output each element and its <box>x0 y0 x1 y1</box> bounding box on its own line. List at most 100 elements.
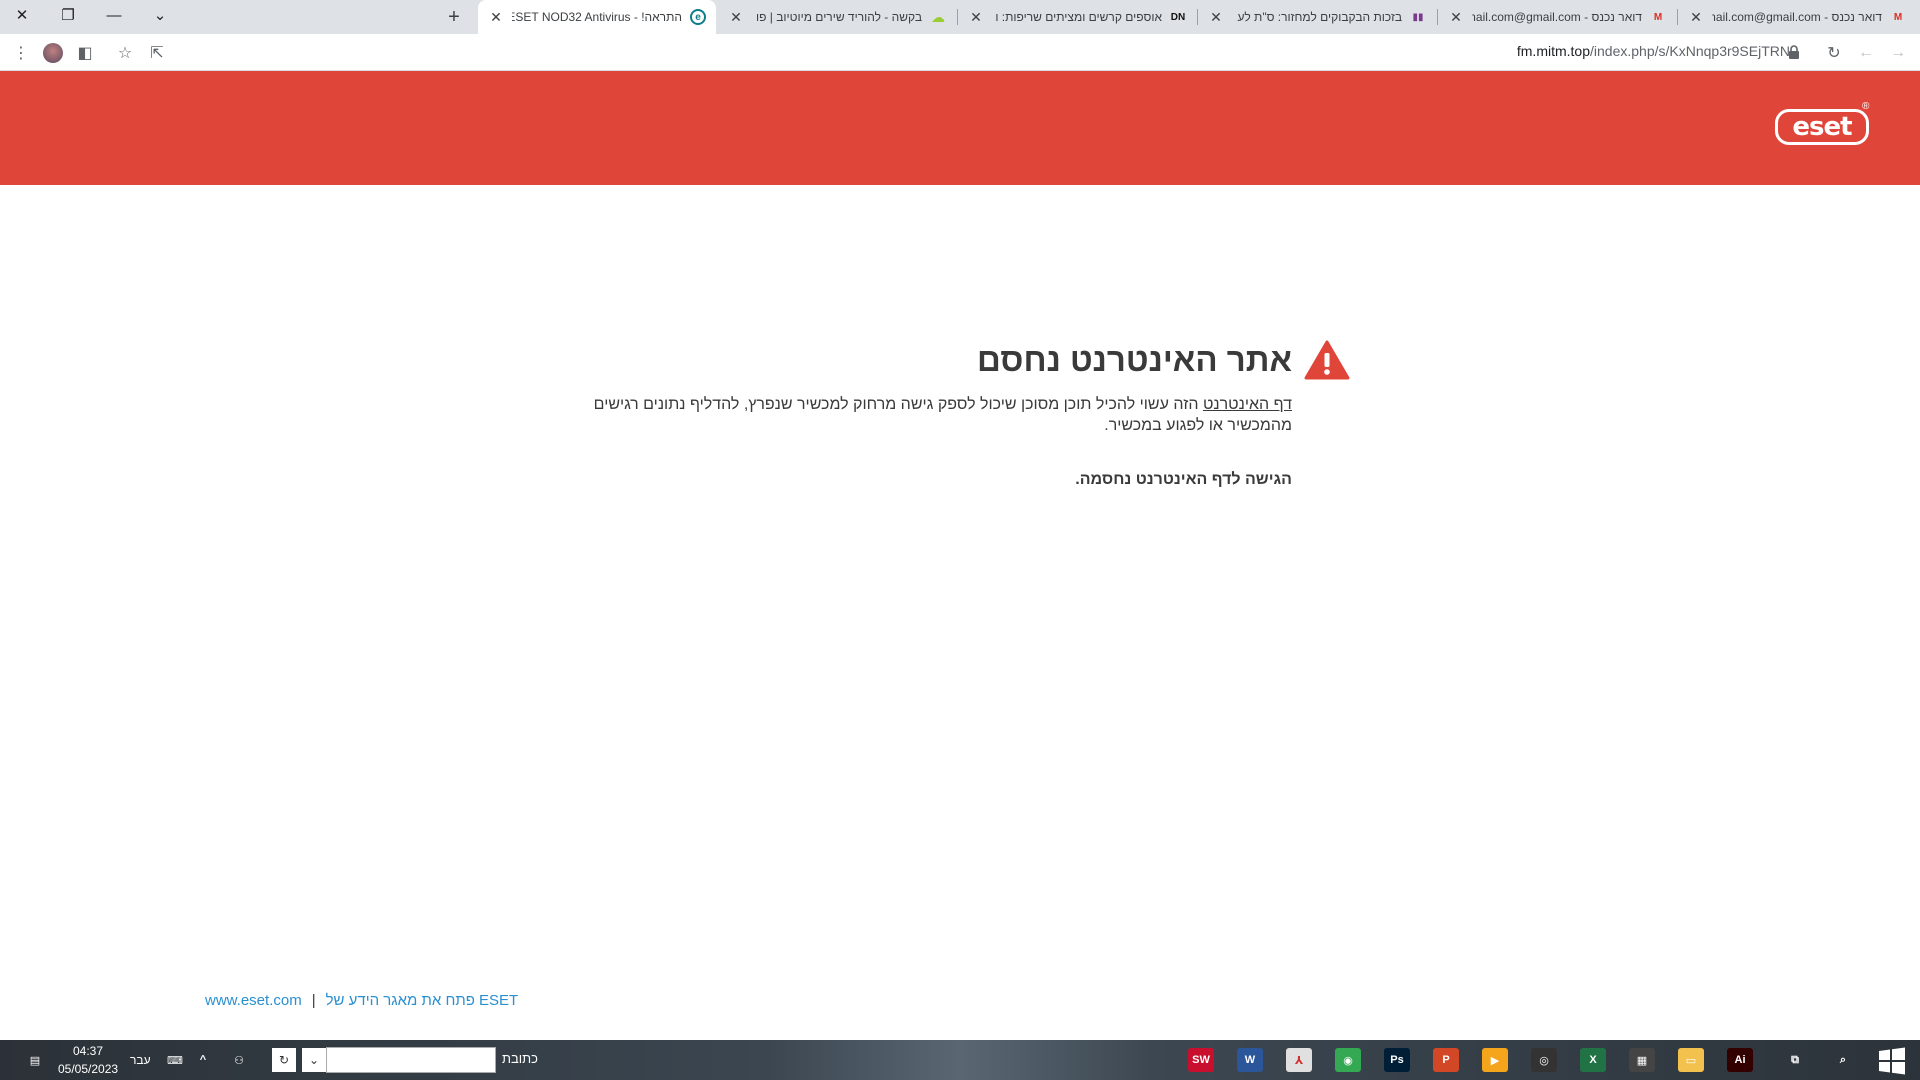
media-player-icon: ▶ <box>1490 1054 1500 1067</box>
touch-keyboard-button[interactable]: ⌨ <box>162 1048 188 1072</box>
eset-logo: eset <box>1775 109 1869 145</box>
chat-bubble-icon: ▤ <box>29 1054 41 1067</box>
tab-title: אוספים קרשים ומציתים שריפות: ו <box>995 10 1162 24</box>
powerpoint-taskbar-button[interactable]: P <box>1433 1048 1459 1072</box>
search-icon: ⌕ <box>1839 1053 1847 1066</box>
word-taskbar-button[interactable]: W <box>1237 1048 1263 1072</box>
notifications-button[interactable]: ▤ <box>22 1048 48 1072</box>
task-view-button[interactable]: ⧉ <box>1782 1048 1808 1072</box>
minimize-window-button[interactable]: — <box>92 0 136 30</box>
close-icon: ✕ <box>15 7 29 24</box>
description-text: הזה עשוי להכיל תוכן מסוכן שיכול לספק גיש… <box>593 396 1292 434</box>
registered-mark: ® <box>1862 101 1870 112</box>
page-title: אתר האינטרנט נחסם <box>976 341 1292 378</box>
tab-eset-alert[interactable]: e התראה! - ESET NOD32 Antivirus ✕ <box>478 0 716 34</box>
chevron-down-icon: ⌄ <box>153 7 167 24</box>
calculator-icon: ▦ <box>1636 1054 1648 1067</box>
tab-close-icon[interactable]: ✕ <box>1208 9 1224 26</box>
start-button[interactable] <box>1877 1046 1907 1076</box>
chrome-icon: ◉ <box>1343 1054 1353 1067</box>
tab-close-icon[interactable]: ✕ <box>1688 9 1704 26</box>
photoshop-taskbar-button[interactable]: Ps <box>1384 1048 1410 1072</box>
chrome-taskbar-button[interactable]: ◉ <box>1335 1048 1361 1072</box>
calculator-taskbar-button[interactable]: ▦ <box>1629 1048 1655 1072</box>
tab-title: בקשה - להוריד שירים מיוטיוב | פו <box>756 10 922 24</box>
address-toolbar-label: כתובת <box>502 1051 538 1066</box>
eset-header-bar <box>0 71 1920 185</box>
arrow-right-icon: → <box>1890 44 1906 61</box>
acrobat-taskbar-button[interactable]: ⅄ <box>1286 1048 1312 1072</box>
url-host: fm.mitm.top <box>1516 43 1590 59</box>
restore-window-button[interactable]: ❐ <box>46 0 90 30</box>
headline: אתר האינטרנט נחסם <box>560 340 1350 380</box>
clock-date[interactable]: 05/05/2023 <box>58 1062 118 1076</box>
footer: www.eset.com | פתח את מאגר הידע של ESET <box>205 992 518 1009</box>
url-path: /index.php/s/KxNnqp3r9SEjTRN <box>1590 43 1790 59</box>
access-blocked-text: הגישה לדף האינטרנט נחסמה. <box>1075 471 1292 488</box>
profile-button[interactable] <box>40 40 66 66</box>
acrobat-icon: ⅄ <box>1294 1054 1304 1067</box>
restore-icon: ❐ <box>61 7 75 24</box>
gmail-favicon-icon: M <box>1893 11 1903 23</box>
forward-button[interactable]: → <box>1885 40 1911 66</box>
lock-icon[interactable] <box>1788 45 1800 59</box>
clock-time[interactable]: 04:37 <box>58 1044 118 1058</box>
arrow-left-icon: ← <box>1858 44 1874 61</box>
windows-logo-icon <box>1879 1047 1905 1075</box>
refresh-icon: ↻ <box>278 1053 290 1067</box>
reload-button[interactable]: ↻ <box>1821 40 1847 66</box>
avatar <box>43 43 63 63</box>
taskbar-address-input[interactable] <box>326 1047 496 1073</box>
tab-search-button[interactable]: ⌄ <box>138 0 182 30</box>
tab-title: דואר נכנס - Gmail.com@gmail.com <box>1712 10 1882 24</box>
tab-youtube-request[interactable]: ☁ בקשה - להוריד שירים מיוטיוב | פו ✕ <box>718 0 956 34</box>
reload-icon: ↻ <box>1827 45 1841 62</box>
bars-favicon-icon: ▮▮ <box>1412 11 1424 23</box>
file-explorer-taskbar-button[interactable]: ▭ <box>1678 1048 1704 1072</box>
tab-close-icon[interactable]: ✕ <box>488 9 504 26</box>
app-2021-taskbar-button[interactable]: ◎ <box>1531 1048 1557 1072</box>
excel-icon: X <box>1589 1054 1597 1066</box>
tab-recycling[interactable]: ▮▮ בזכות הבקבוקים למחזור: ס"ת לע ✕ <box>1198 0 1436 34</box>
new-tab-button[interactable]: + <box>442 5 466 29</box>
side-panel-icon: ◧ <box>77 45 93 62</box>
tab-gmail-1[interactable]: M דואר נכנס - Gmail.com@gmail.com ✕ <box>1438 0 1676 34</box>
side-panel-button[interactable]: ◧ <box>72 40 98 66</box>
file-explorer-icon: ▭ <box>1685 1054 1697 1067</box>
tab-title: בזכות הבקבוקים למחזור: ס"ת לע <box>1237 10 1402 24</box>
eset-site-link[interactable]: www.eset.com <box>205 992 302 1009</box>
block-message: אתר האינטרנט נחסם דף האינטרנט הזה עשוי ל… <box>560 340 1350 489</box>
address-dropdown-button[interactable]: ⌄ <box>302 1048 326 1072</box>
people-button[interactable]: ⚇ <box>226 1048 252 1072</box>
chevron-up-icon: ^ <box>199 1054 207 1066</box>
web-page-link[interactable]: דף האינטרנט <box>1203 396 1292 413</box>
menu-button[interactable]: ⋮ <box>8 40 34 66</box>
illustrator-taskbar-button[interactable]: Ai <box>1727 1048 1753 1072</box>
illustrator-icon: Ai <box>1734 1054 1746 1066</box>
solidworks-taskbar-button[interactable]: SW <box>1188 1048 1214 1072</box>
cloud-favicon-icon: ☁ <box>931 8 945 25</box>
media-player-taskbar-button[interactable]: ▶ <box>1482 1048 1508 1072</box>
tab-close-icon[interactable]: ✕ <box>1448 9 1464 26</box>
dn-favicon-icon: DN <box>1170 11 1186 23</box>
knowledge-base-link[interactable]: פתח את מאגר הידע של ESET <box>326 992 519 1009</box>
search-button[interactable]: ⌕ <box>1830 1048 1856 1072</box>
photoshop-icon: Ps <box>1390 1054 1404 1066</box>
excel-taskbar-button[interactable]: X <box>1580 1048 1606 1072</box>
powerpoint-icon: P <box>1442 1054 1450 1066</box>
tab-gmail-2[interactable]: M דואר נכנס - Gmail.com@gmail.com ✕ <box>1678 0 1916 34</box>
address-go-button[interactable]: ↻ <box>272 1048 296 1072</box>
app-2021-icon: ◎ <box>1539 1054 1549 1067</box>
gmail-favicon-icon: M <box>1653 11 1663 23</box>
tab-close-icon[interactable]: ✕ <box>728 9 744 26</box>
task-view-icon: ⧉ <box>1791 1053 1799 1066</box>
back-button[interactable]: ← <box>1853 40 1879 66</box>
show-hidden-icons-button[interactable]: ^ <box>190 1048 216 1072</box>
people-icon: ⚇ <box>234 1054 244 1067</box>
tab-close-icon[interactable]: ✕ <box>968 9 984 26</box>
plus-icon: + <box>448 5 460 28</box>
close-window-button[interactable]: ✕ <box>0 0 44 30</box>
url-text[interactable]: fm.mitm.top/index.php/s/KxNnqp3r9SEjTRN <box>1517 43 1790 59</box>
tab-dn-news[interactable]: DN אוספים קרשים ומציתים שריפות: ו ✕ <box>958 0 1196 34</box>
language-indicator[interactable]: עבר <box>130 1053 151 1067</box>
